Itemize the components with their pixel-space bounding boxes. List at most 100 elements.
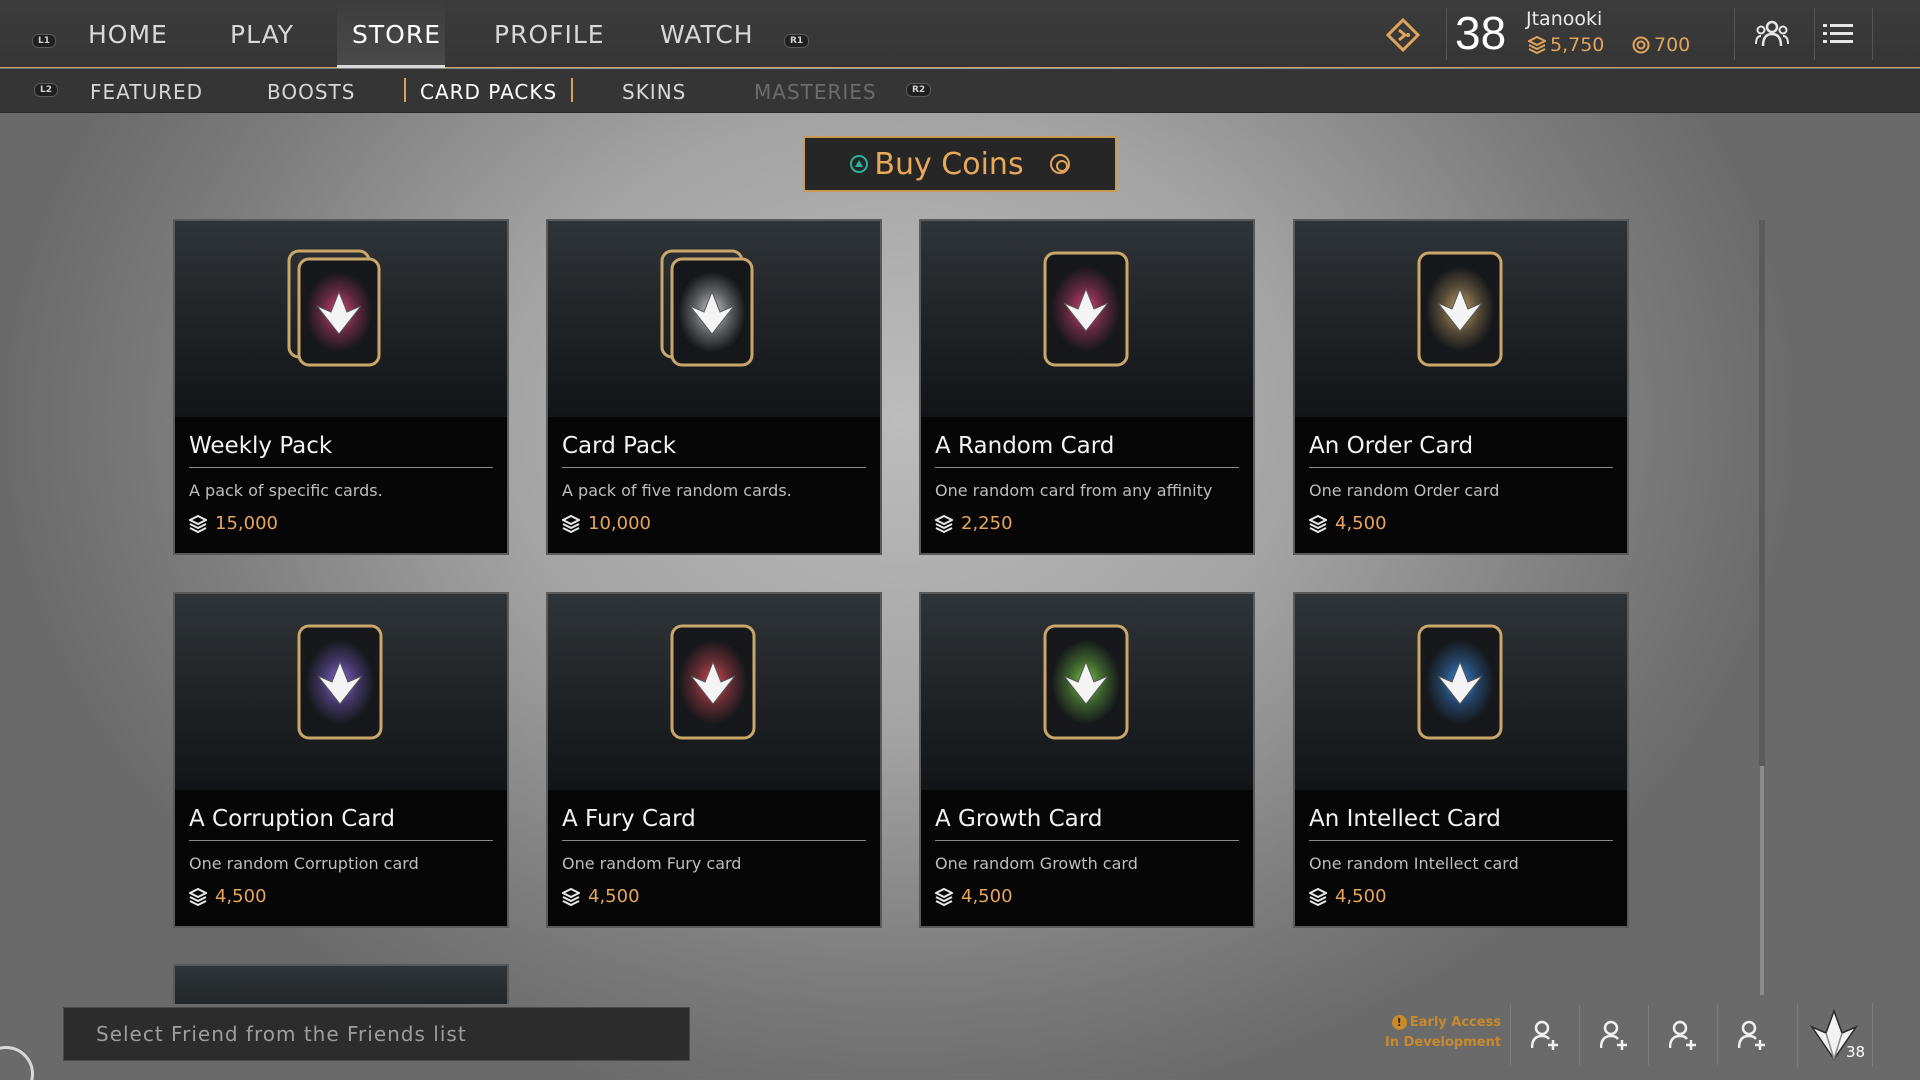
party-slot-2[interactable] [1579,1005,1647,1065]
card-divider [935,840,1239,841]
price-value: 15,000 [215,513,278,534]
store-item-card-partial[interactable] [173,964,509,1004]
card-price: 2,250 [935,513,1013,534]
price-value: 4,500 [961,886,1013,907]
card-title: Card Pack [562,433,677,459]
add-friend-icon [1738,1020,1765,1050]
store-item-card[interactable]: Weekly Pack A pack of specific cards. 15… [173,219,509,555]
card-icon [1043,624,1129,740]
friends-icon[interactable] [1755,20,1789,52]
gem-icon [562,514,580,533]
card-divider [1309,467,1613,468]
store-item-card[interactable]: An Order Card One random Order card 4,50… [1293,219,1629,555]
quest-icon[interactable] [1385,17,1421,56]
early-access-notice: ! Early Access In Development [1385,1013,1501,1053]
card-art [175,594,507,790]
card-icon [1417,624,1503,740]
gem-icon [1309,887,1327,906]
loading-spinner-icon [0,1046,34,1080]
party-slot-3[interactable] [1648,1005,1716,1065]
add-friend-icon [1531,1020,1558,1050]
store-item-card[interactable]: A Growth Card One random Growth card 4,5… [919,592,1255,928]
card-description: A pack of specific cards. [189,481,383,500]
card-title: A Fury Card [562,806,696,832]
top-nav-bar: L1 HOME PLAY STORE PROFILE WATCH R1 38 J… [0,0,1920,68]
player-name: Jtanooki [1526,8,1603,30]
tab-boosts[interactable]: BOOSTS [267,80,355,104]
r2-button-hint: R2 [906,83,932,97]
nav-home[interactable]: HOME [88,20,168,49]
card-icon [297,624,383,740]
gem-icon [935,887,953,906]
price-value: 4,500 [1335,886,1387,907]
card-price: 10,000 [562,513,651,534]
card-art [1295,594,1627,790]
card-divider [189,840,493,841]
store-item-card[interactable]: An Intellect Card One random Intellect c… [1293,592,1629,928]
gem-icon [562,887,580,906]
divider [1872,8,1873,60]
card-art [548,594,880,790]
card-description: One random Growth card [935,854,1138,873]
store-item-card[interactable]: A Random Card One random card from any a… [919,219,1255,555]
card-pack-icon [660,249,754,367]
menu-list-icon[interactable] [1823,22,1853,50]
tab-skins[interactable]: SKINS [622,80,686,104]
store-item-card[interactable]: A Fury Card One random Fury card 4,500 [546,592,882,928]
card-art [1295,221,1627,417]
divider [1814,8,1815,60]
card-divider [1309,840,1613,841]
nav-profile[interactable]: PROFILE [494,20,605,49]
party-slot-4[interactable] [1717,1005,1785,1065]
card-price: 4,500 [1309,886,1387,907]
active-tab-marker-right [571,78,573,102]
add-friend-icon [1600,1020,1627,1050]
card-title: A Corruption Card [189,806,396,832]
card-description: One random Fury card [562,854,742,873]
card-icon [1417,251,1503,367]
card-title: An Order Card [1309,433,1474,459]
coin-icon [1049,154,1070,174]
tab-masteries: MASTERIES [754,80,877,104]
card-art [921,594,1253,790]
card-description: A pack of five random cards. [562,481,792,500]
gem-icon [935,514,953,533]
scrollbar-thumb[interactable] [1759,220,1765,766]
divider [1734,8,1735,60]
card-description: One random Order card [1309,481,1500,500]
buy-coins-button[interactable]: Buy Coins [803,136,1117,192]
card-price: 4,500 [935,886,1013,907]
store-sub-nav: L2 FEATURED BOOSTS CARD PACKS SKINS MAST… [0,69,1920,113]
card-description: One random card from any affinity [935,481,1213,500]
player-level: 38 [1455,7,1507,59]
friend-select-field[interactable]: Select Friend from the Friends list [63,1007,690,1061]
price-value: 10,000 [588,513,651,534]
card-divider [935,467,1239,468]
card-art [548,221,880,417]
add-friend-icon [1669,1020,1696,1050]
card-pack-icon [287,249,381,367]
card-description: One random Corruption card [189,854,419,873]
l2-button-hint: L2 [34,83,58,97]
price-value: 2,250 [961,513,1013,534]
r1-button-hint: R1 [784,34,810,48]
nav-watch[interactable]: WATCH [660,20,754,49]
l1-button-hint: L1 [32,34,56,48]
store-item-card[interactable]: A Corruption Card One random Corruption … [173,592,509,928]
price-value: 4,500 [215,886,267,907]
tab-card-packs[interactable]: CARD PACKS [420,80,557,104]
card-divider [189,467,493,468]
card-art [175,221,507,417]
tab-featured[interactable]: FEATURED [90,80,203,104]
nav-store[interactable]: STORE [352,20,441,49]
card-divider [562,467,866,468]
player-badge[interactable]: 38 [1797,1003,1873,1067]
gem-icon [189,514,207,533]
nav-play[interactable]: PLAY [230,20,294,49]
store-item-card[interactable]: Card Pack A pack of five random cards. 1… [546,219,882,555]
party-slot-1[interactable] [1510,1005,1578,1065]
buy-coins-label: Buy Coins [874,146,1024,182]
card-price: 4,500 [1309,513,1387,534]
card-price: 4,500 [562,886,640,907]
coin-icon [1632,36,1650,58]
